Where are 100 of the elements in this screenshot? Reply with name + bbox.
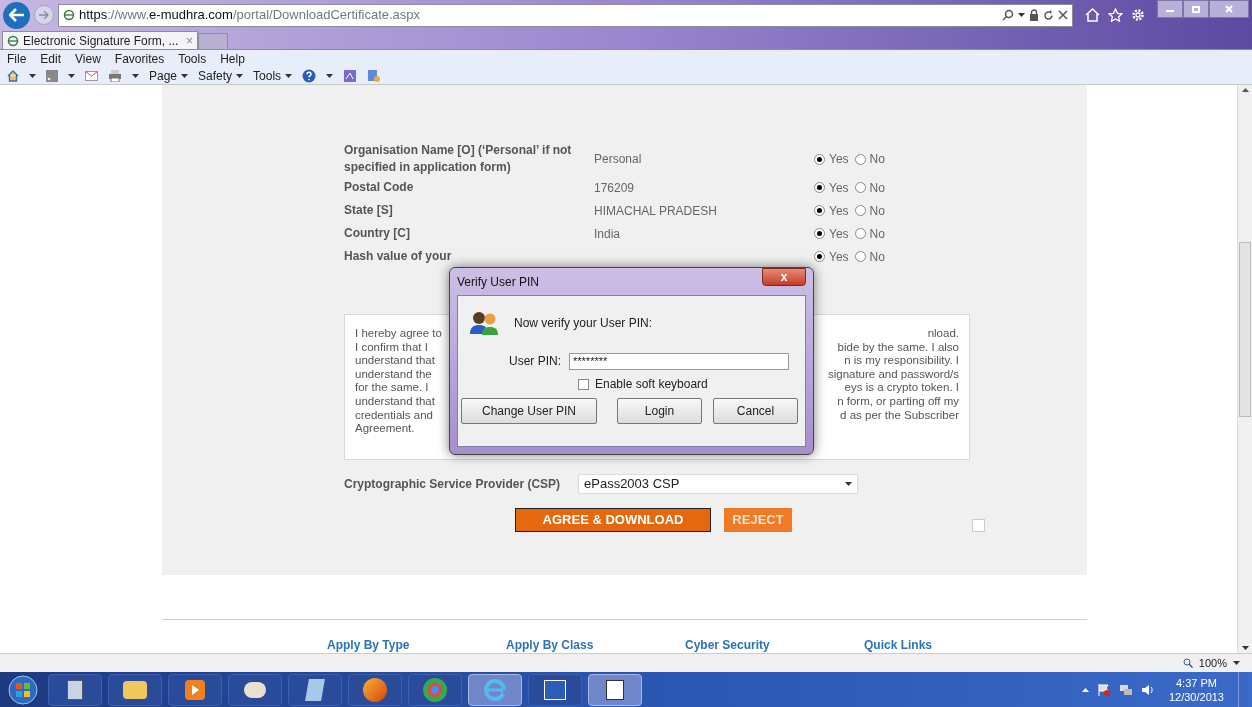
- scrollbar-thumb[interactable]: [1239, 242, 1251, 417]
- tab-title: Electronic Signature Form, ...: [23, 32, 180, 50]
- tray-expand-icon[interactable]: [1081, 687, 1089, 692]
- printer-icon[interactable]: [108, 69, 122, 82]
- dialog-button[interactable]: Login: [617, 398, 702, 424]
- mail-icon[interactable]: [85, 70, 98, 81]
- caret-icon: [181, 73, 189, 78]
- menu-item[interactable]: Tools: [178, 49, 207, 68]
- agreement-text: bide by the same. I also: [837, 340, 959, 355]
- refresh-icon[interactable]: [1043, 9, 1054, 21]
- footer-link[interactable]: Quick Links: [864, 636, 1043, 653]
- field-value: HIMACHAL PRADESH: [594, 202, 718, 220]
- agreement-text: understand that: [355, 354, 435, 368]
- agreement-text: I hereby agree to: [355, 327, 442, 341]
- radio-button[interactable]: [814, 182, 825, 193]
- command-menu[interactable]: Tools: [253, 66, 293, 85]
- caret-icon: [1233, 661, 1240, 665]
- application-window-icon[interactable]: [588, 673, 642, 706]
- field-value: India: [594, 225, 622, 243]
- star-icon[interactable]: [1108, 8, 1123, 22]
- field-label: Organisation Name [O] (‘Personal’ if not specified in application form): [344, 142, 573, 176]
- chrome-icon[interactable]: [408, 673, 462, 706]
- agreement-text: n form, or parting off my: [837, 394, 959, 409]
- menu-item[interactable]: File: [7, 49, 27, 68]
- page-icon: [7, 34, 19, 47]
- footer-link[interactable]: Apply By Class: [506, 636, 685, 653]
- pin-label: User PIN:: [509, 353, 561, 370]
- menu-item[interactable]: View: [75, 49, 101, 68]
- agreement-text: n is my responsibility. I: [844, 354, 959, 368]
- radio-button[interactable]: [854, 251, 866, 262]
- radio-label: Yes: [829, 179, 849, 197]
- help-icon[interactable]: [302, 68, 317, 83]
- clock-date[interactable]: 12/30/2013: [1168, 689, 1224, 704]
- media-player-icon[interactable]: [168, 673, 222, 706]
- close-window-button[interactable]: [1209, 0, 1249, 18]
- csp-select[interactable]: ePass2003 CSP: [578, 474, 858, 494]
- close-icon: [1225, 5, 1233, 13]
- radio-label: No: [869, 225, 885, 243]
- menu-item[interactable]: Help: [220, 49, 245, 68]
- caret-icon: [326, 73, 334, 78]
- lock-icon: [1029, 9, 1039, 21]
- restore-button[interactable]: [1183, 0, 1209, 18]
- agreement-text: understand that: [355, 394, 435, 409]
- browser-tab[interactable]: Electronic Signature Form, ... ×: [2, 31, 198, 49]
- dialog-title: Verify User PIN: [457, 273, 540, 291]
- address-bar[interactable]: https://www.e-mudhra.com/portal/DownloadCertificate.aspx: [58, 3, 1073, 27]
- radio-button[interactable]: [854, 205, 866, 216]
- folder-icon[interactable]: [108, 673, 162, 706]
- clock-time[interactable]: 4:37 PM: [1176, 675, 1217, 690]
- scroll-up-icon[interactable]: [1241, 88, 1249, 92]
- windows-logo-icon: [8, 674, 38, 705]
- checkbox[interactable]: [578, 378, 589, 390]
- internet-explorer-icon[interactable]: [468, 673, 522, 706]
- radio-button[interactable]: [814, 251, 825, 262]
- radio-label: Yes: [829, 151, 849, 168]
- field-value: Personal: [594, 151, 643, 168]
- flag-icon[interactable]: [1096, 682, 1111, 697]
- menu-item[interactable]: Edit: [40, 49, 62, 68]
- radio-button[interactable]: [814, 228, 825, 239]
- radio-label: No: [869, 248, 885, 266]
- field-label: State [S]: [344, 202, 394, 219]
- radio-label: No: [869, 179, 885, 197]
- settings-icon[interactable]: [1131, 8, 1145, 22]
- zoom-icon: [1182, 658, 1193, 668]
- menu-item[interactable]: Favorites: [114, 49, 165, 68]
- dialog-close-button[interactable]: x: [762, 268, 806, 286]
- radio-button[interactable]: [854, 153, 866, 165]
- agreement-text: eys is a crypto token. I: [844, 381, 959, 395]
- minimize-button[interactable]: [1157, 0, 1183, 18]
- radio-button[interactable]: [854, 182, 866, 193]
- network-icon[interactable]: [1118, 682, 1133, 697]
- caret-icon: [132, 73, 139, 78]
- pin-input[interactable]: ********: [569, 352, 789, 370]
- command-menu[interactable]: Safety: [198, 66, 244, 85]
- radio-button[interactable]: [814, 153, 825, 165]
- footer-link[interactable]: Cyber Security: [685, 636, 864, 653]
- command-menu[interactable]: Page: [149, 66, 189, 85]
- zoom-level[interactable]: 100%: [1198, 654, 1227, 672]
- back-button[interactable]: [3, 1, 30, 29]
- caret-icon: [845, 482, 852, 486]
- caret-icon: [68, 73, 75, 78]
- agreement-text: Agreement.: [355, 422, 415, 436]
- dialog-button[interactable]: Change User PIN: [461, 398, 597, 424]
- checkbox[interactable]: [972, 518, 985, 532]
- scrollbar[interactable]: [1237, 85, 1252, 653]
- radio-button[interactable]: [814, 205, 825, 216]
- home-icon[interactable]: [7, 69, 19, 82]
- dialog-button[interactable]: Cancel: [713, 398, 798, 424]
- footer-link[interactable]: Apply By Type: [327, 636, 506, 653]
- field-label: Country [C]: [344, 225, 411, 242]
- field-label: Hash value of your: [344, 248, 453, 265]
- radio-button[interactable]: [854, 228, 866, 239]
- field-value: 176209: [594, 179, 636, 197]
- speaker-icon[interactable]: [1140, 682, 1155, 697]
- csp-label: Cryptographic Service Provider (CSP): [344, 476, 562, 493]
- radio-label: Yes: [829, 248, 849, 266]
- users-icon: [469, 310, 499, 336]
- back-arrow-icon: [8, 8, 25, 22]
- close-icon[interactable]: [1058, 10, 1068, 20]
- search-icon[interactable]: [1002, 9, 1014, 21]
